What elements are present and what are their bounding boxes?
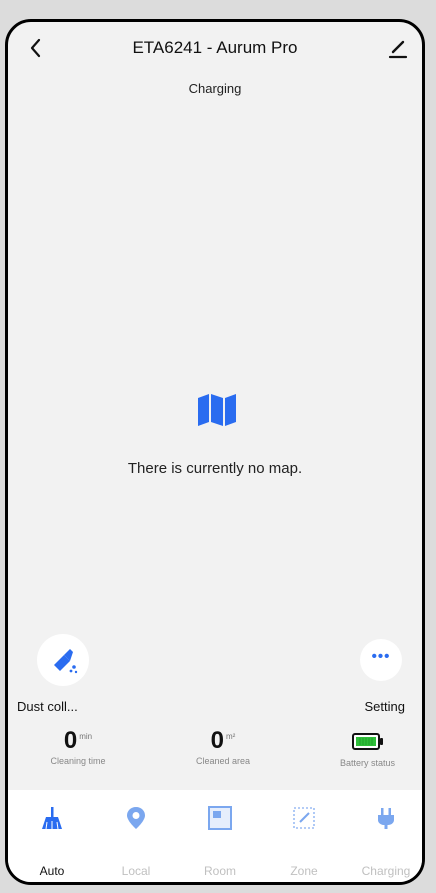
tab-charging-label: Charging [361,864,411,878]
tab-local[interactable]: Local [94,790,178,882]
setting-label: Setting [364,699,405,714]
top-bar: ETA6241 - Aurum Pro [8,22,422,74]
room-icon [208,806,232,830]
cleaned-area-caption: Cleaned area [195,756,251,766]
edit-icon[interactable] [386,36,410,60]
broom-icon [42,807,62,830]
plug-icon [378,808,394,829]
tab-room[interactable]: Room [178,790,262,882]
cleaning-time-stat: 0 min Cleaning time [38,727,118,767]
battery-status-caption: Battery status [339,758,396,768]
status-text: Charging [188,81,242,96]
map-icon [198,394,236,426]
tab-zone-label: Zone [290,864,318,878]
cleaning-time-unit: min [79,732,93,741]
setting-button[interactable]: ••• [360,639,402,681]
cleaning-time-caption: Cleaning time [50,756,106,766]
battery-status-stat: Battery status [325,729,410,768]
cleaned-area-unit: m² [226,732,236,741]
cleaning-time-value: 0 [63,727,78,754]
location-pin-icon [127,807,145,829]
tab-auto-label: Auto [39,864,65,878]
dust-collect-label: Dust coll... [17,699,78,714]
bottom-tab-bar: Auto Local Room Zone Charging [8,790,422,882]
tab-charging[interactable]: Charging [344,790,422,882]
cleaned-area-stat: 0 m² Cleaned area [183,727,263,767]
no-map-message: There is currently no map. [127,460,303,477]
zone-icon [293,807,315,829]
tab-zone[interactable]: Zone [262,790,346,882]
tab-room-label: Room [203,864,236,878]
phone-frame: ETA6241 - Aurum Pro Charging There is cu… [5,19,425,885]
battery-full-icon [352,733,383,750]
tab-auto[interactable]: Auto [10,790,94,882]
tab-local-label: Local [121,864,151,878]
more-dots-icon: ••• [371,648,391,665]
cleaned-area-value: 0 [210,727,225,754]
dust-collect-button[interactable] [37,634,89,686]
page-title: ETA6241 - Aurum Pro [132,38,298,57]
dust-collect-icon [54,649,78,674]
